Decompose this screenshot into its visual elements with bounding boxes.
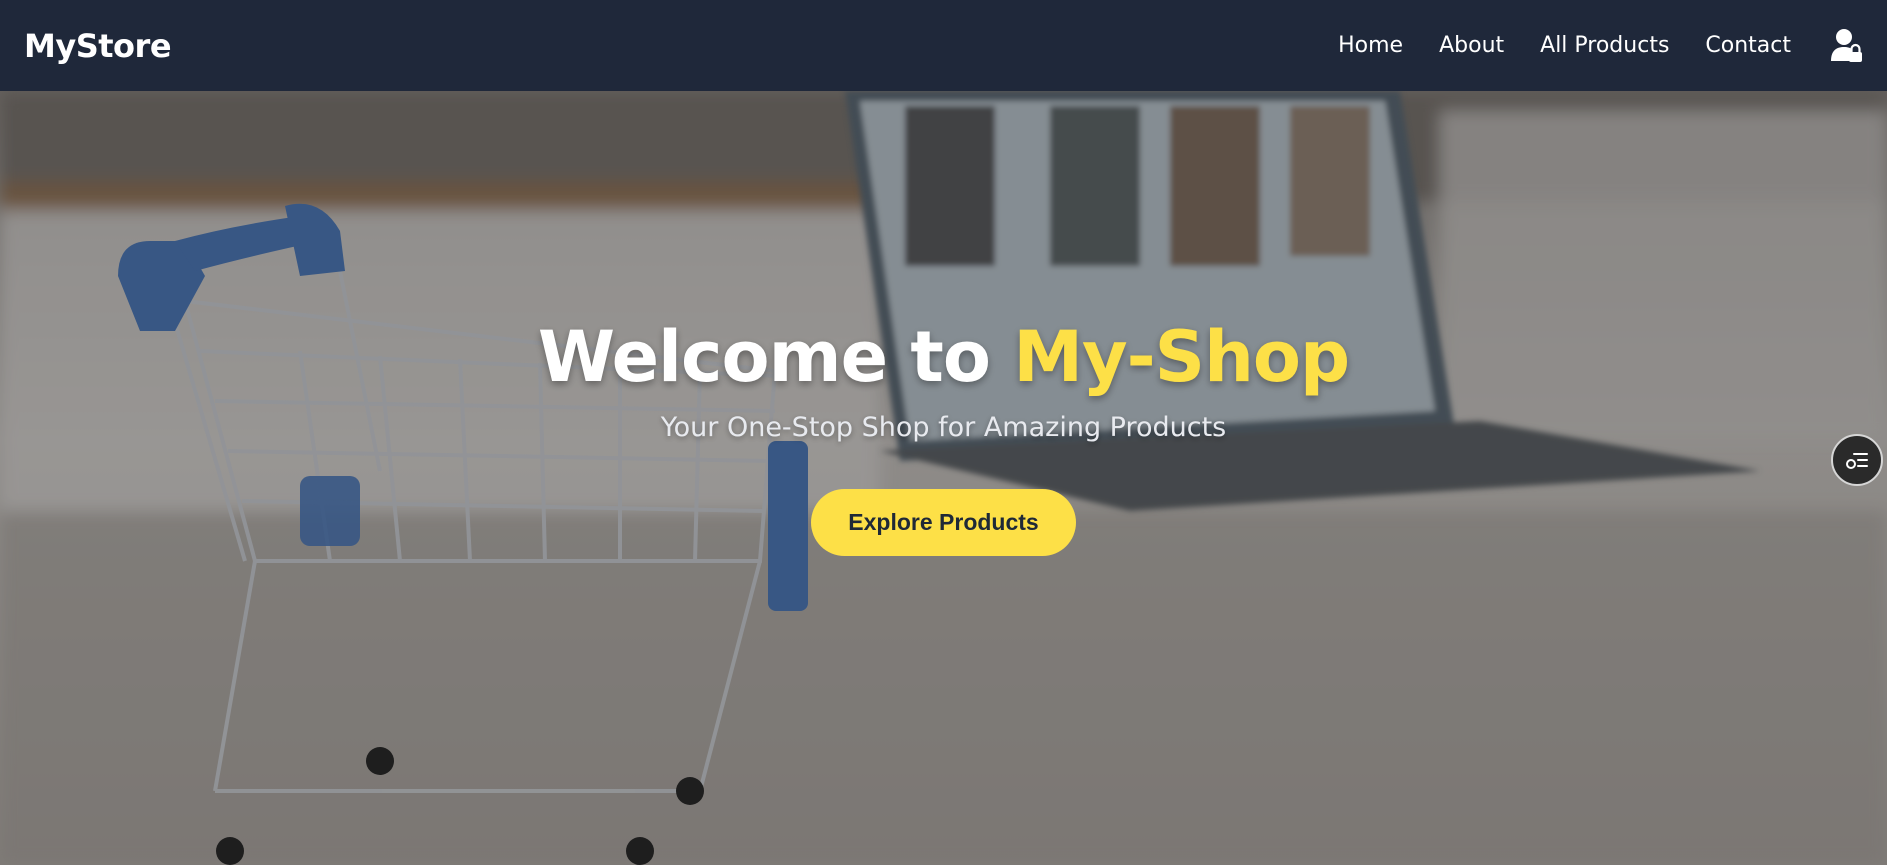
hero-content: Welcome to My-Shop Your One-Stop Shop fo… — [0, 316, 1887, 556]
brand-logo[interactable]: MyStore — [24, 27, 172, 65]
nav-link-about[interactable]: About — [1439, 33, 1504, 58]
hero-title-prefix: Welcome to — [537, 316, 1014, 398]
hero-section: Welcome to My-Shop Your One-Stop Shop fo… — [0, 91, 1887, 865]
nav-link-home[interactable]: Home — [1338, 33, 1403, 58]
nav-links: Home About All Products Contact — [1302, 28, 1863, 64]
hero-title: Welcome to My-Shop — [0, 316, 1887, 398]
list-settings-icon[interactable] — [1831, 434, 1883, 486]
hero-title-accent: My-Shop — [1013, 316, 1350, 398]
nav-link-all-products[interactable]: All Products — [1540, 33, 1669, 58]
user-lock-icon[interactable] — [1831, 28, 1863, 64]
navbar: MyStore Home About All Products Contact — [0, 0, 1887, 91]
hero-subtitle: Your One-Stop Shop for Amazing Products — [660, 412, 1227, 443]
explore-products-button[interactable]: Explore Products — [811, 489, 1076, 556]
nav-link-contact[interactable]: Contact — [1705, 33, 1791, 58]
